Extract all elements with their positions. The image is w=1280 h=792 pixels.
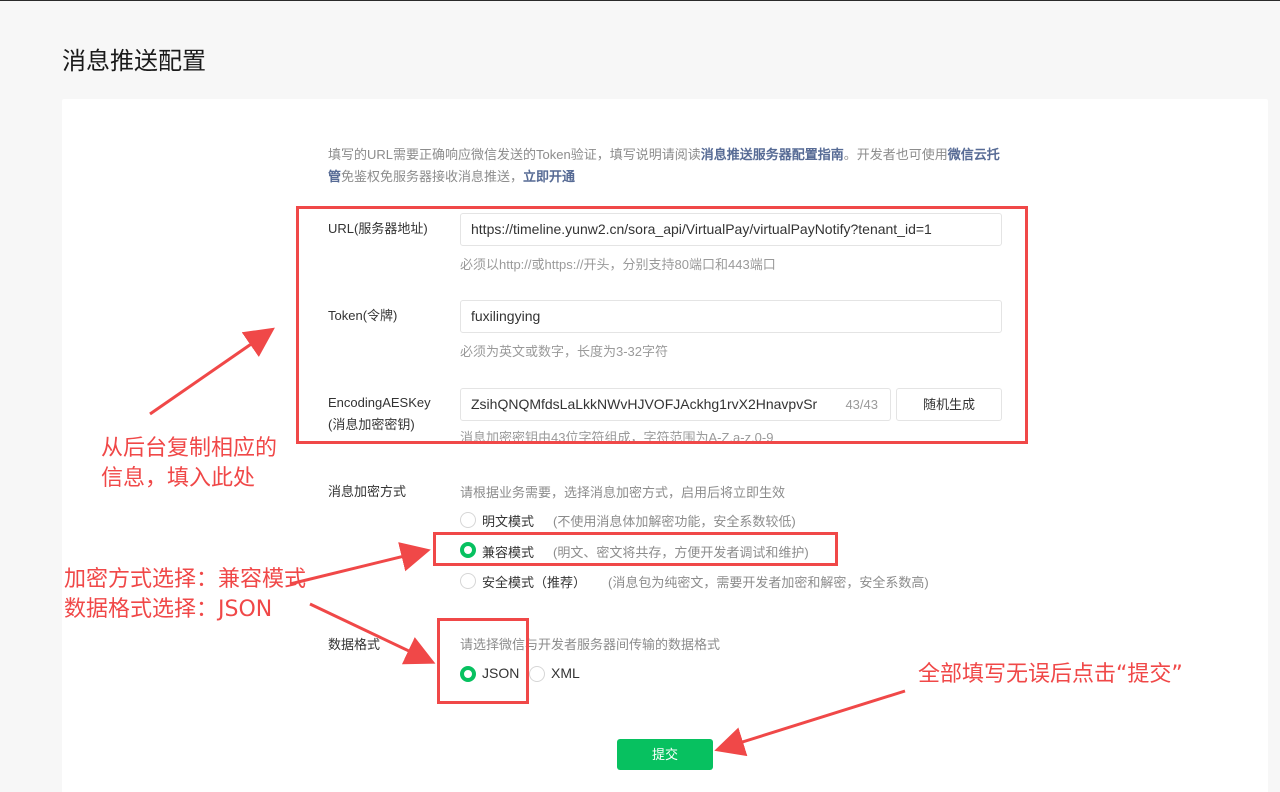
data-format-label: 数据格式 (328, 637, 381, 652)
radio-xml[interactable] (529, 666, 545, 682)
page-title: 消息推送配置 (62, 48, 206, 75)
annotation-copy-info: 从后台复制相应的 信息，填入此处 (101, 434, 277, 494)
intro-text-2: 。开发者也可使用 (843, 147, 948, 162)
server-config-guide-link[interactable]: 消息推送服务器配置指南 (701, 147, 844, 162)
submit-button[interactable]: 提交 (617, 739, 713, 770)
intro-text-1: 填写的URL需要正确响应微信发送的Token验证，填写说明请阅读 (328, 147, 701, 162)
radio-plaintext[interactable] (460, 512, 476, 528)
annotation-mode: 加密方式选择：兼容模式 数据格式选择：JSON (64, 565, 306, 625)
annotation-submit: 全部填写无误后点击“提交” (918, 662, 1183, 687)
annotation-mode-line1: 加密方式选择：兼容模式 (64, 567, 307, 592)
intro-text-3: 免鉴权免服务器接收消息推送， (341, 169, 524, 184)
radio-plaintext-label: 明文模式 (482, 514, 535, 529)
encryption-hint: 请根据业务需要，选择消息加密方式，启用后将立即生效 (460, 485, 786, 500)
radio-xml-label: XML (551, 665, 580, 681)
radio-plaintext-desc: (不使用消息体加解密功能，安全系数较低) (553, 514, 796, 529)
compatible-mode-highlight-box (433, 532, 838, 566)
enable-now-link[interactable]: 立即开通 (523, 169, 575, 184)
radio-secure-desc: (消息包为纯密文，需要开发者加密和解密，安全系数高) (608, 575, 929, 590)
annotation-copy-line2: 信息，填入此处 (101, 466, 256, 491)
intro-text: 填写的URL需要正确响应微信发送的Token验证，填写说明请阅读消息推送服务器配… (328, 144, 1008, 188)
annotation-mode-line2: 数据格式选择：JSON (64, 597, 273, 622)
radio-secure-label: 安全模式（推荐） (482, 575, 587, 590)
annotation-copy-line1: 从后台复制相应的 (101, 436, 278, 461)
encryption-label: 消息加密方式 (328, 484, 407, 499)
fields-highlight-box (296, 206, 1028, 444)
json-highlight-box (437, 618, 529, 704)
radio-secure[interactable] (460, 573, 476, 589)
